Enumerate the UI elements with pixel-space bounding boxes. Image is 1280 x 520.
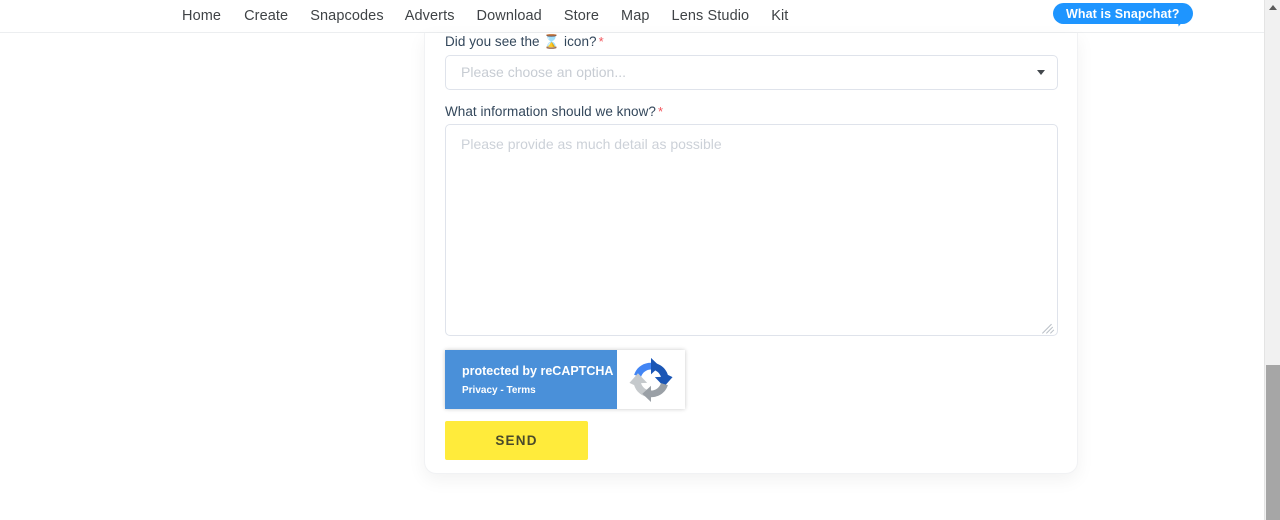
nav-link-kit[interactable]: Kit (771, 0, 788, 33)
recaptcha-badge[interactable]: protected by reCAPTCHA Privacy - Terms (445, 350, 685, 409)
textarea-placeholder-text: Please provide as much detail as possibl… (461, 136, 722, 152)
select-placeholder-text: Please choose an option... (461, 64, 627, 80)
textarea-field-label: What information should we know? * (445, 104, 663, 119)
nav-link-snapcodes[interactable]: Snapcodes (310, 0, 404, 33)
chat-bubble-tail-icon (1177, 16, 1188, 27)
scrollbar-thumb[interactable] (1266, 365, 1280, 520)
hourglass-icon: ⌛ (543, 34, 561, 49)
select-required-asterisk: * (598, 34, 604, 49)
recaptcha-privacy-terms-links[interactable]: Privacy - Terms (462, 385, 536, 396)
details-textarea[interactable]: Please provide as much detail as possibl… (445, 124, 1058, 336)
resize-handle-icon[interactable] (1041, 319, 1056, 334)
recaptcha-text-panel: protected by reCAPTCHA Privacy - Terms (445, 350, 617, 409)
select-label-prefix: Did you see the (445, 34, 540, 49)
page-scrollbar[interactable] (1264, 0, 1280, 520)
nav-link-lens-studio[interactable]: Lens Studio (672, 0, 772, 33)
nav-links-group: Home Create Snapcodes Adverts Download S… (182, 0, 788, 33)
what-is-snapchat-label: What is Snapchat? (1066, 6, 1180, 21)
scroll-up-arrow-icon[interactable] (1265, 0, 1280, 14)
select-field-label: Did you see the ⌛ icon? * (445, 34, 604, 50)
nav-link-download[interactable]: Download (477, 0, 564, 33)
select-label-suffix: icon? (564, 34, 597, 49)
nav-link-store[interactable]: Store (564, 0, 621, 33)
recaptcha-logo-icon (617, 350, 685, 409)
what-is-snapchat-button[interactable]: What is Snapchat? (1053, 3, 1193, 24)
issue-type-select[interactable]: Please choose an option... (445, 55, 1058, 90)
recaptcha-title: protected by reCAPTCHA (462, 364, 614, 378)
nav-link-home[interactable]: Home (182, 0, 244, 33)
chevron-down-icon (1037, 70, 1045, 75)
recaptcha-arrows-icon (629, 357, 673, 402)
nav-link-create[interactable]: Create (244, 0, 310, 33)
nav-link-map[interactable]: Map (621, 0, 672, 33)
nav-link-adverts[interactable]: Adverts (405, 0, 477, 33)
textarea-label-text: What information should we know? (445, 104, 656, 119)
send-button[interactable]: SEND (445, 421, 588, 460)
textarea-required-asterisk: * (657, 104, 664, 119)
